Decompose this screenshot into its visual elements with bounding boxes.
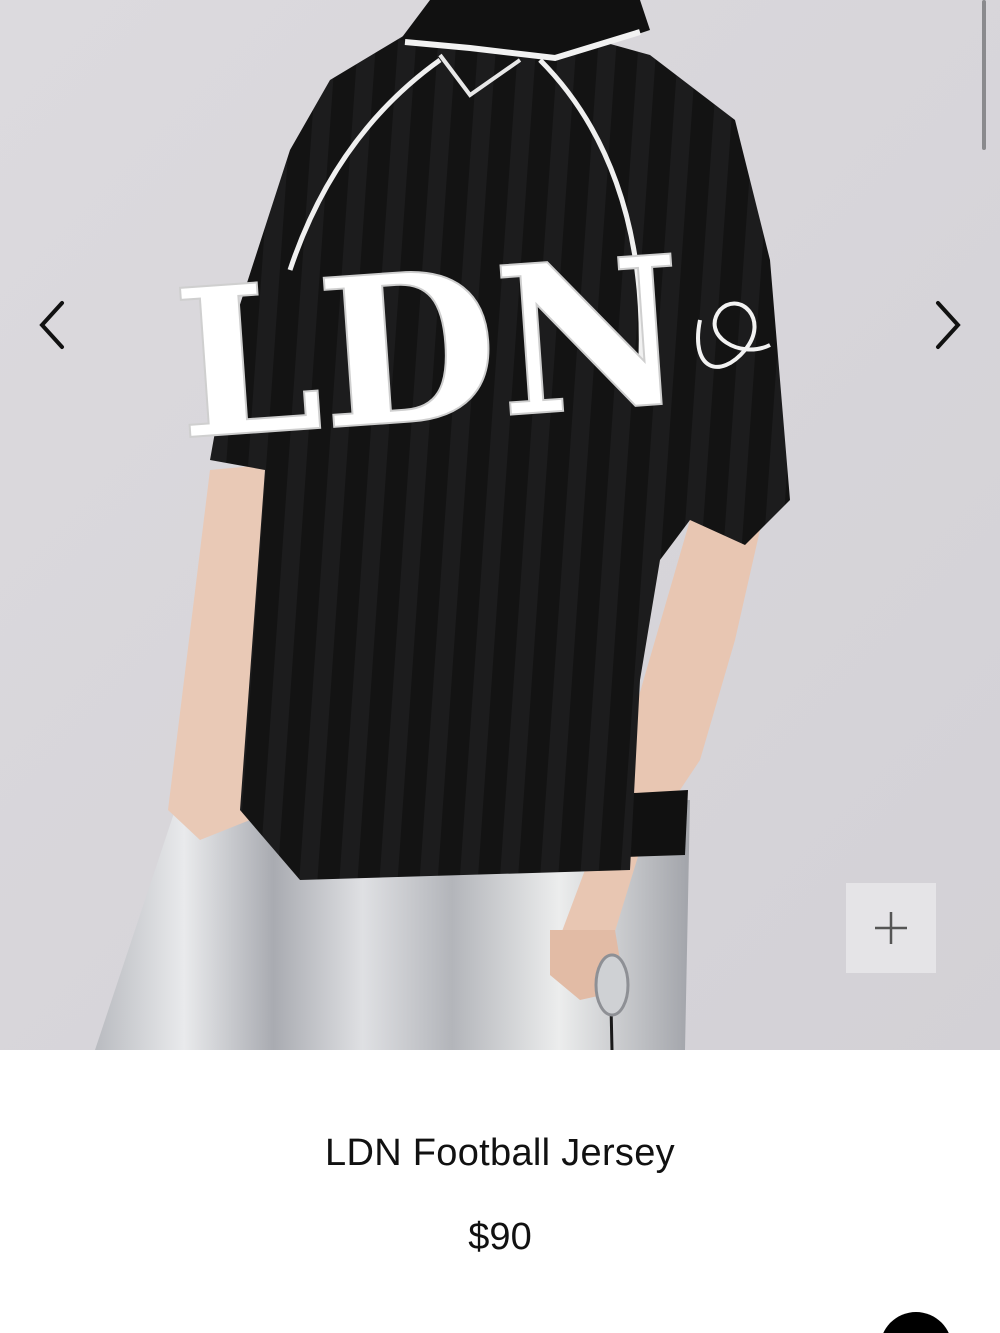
zoom-button[interactable] (846, 883, 936, 973)
chevron-right-icon (936, 301, 961, 349)
product-image-gallery[interactable]: LDN (0, 0, 1000, 1050)
chevron-left-icon (39, 301, 64, 349)
jersey-print: LDN (168, 212, 693, 487)
product-title: LDN Football Jersey (325, 1132, 675, 1174)
product-info: LDN Football Jersey $90 (0, 1050, 1000, 1333)
scroll-indicator[interactable] (982, 0, 986, 150)
gallery-prev-button[interactable] (22, 290, 82, 360)
product-page: LDN LDN Football Jersey $90 (0, 0, 1000, 1333)
gallery-next-button[interactable] (918, 290, 978, 360)
product-price: $90 (468, 1216, 532, 1258)
plus-icon (875, 912, 907, 944)
